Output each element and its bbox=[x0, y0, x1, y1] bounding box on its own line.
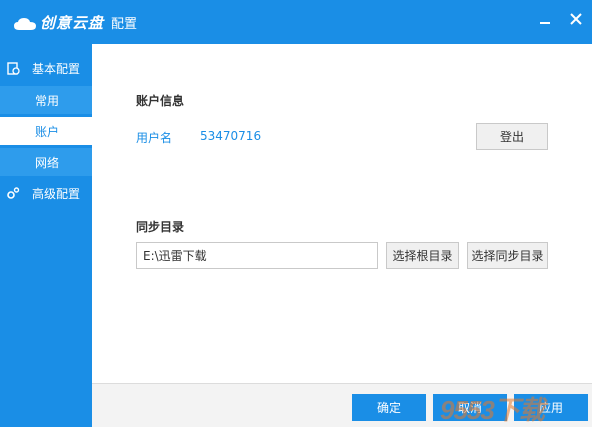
cancel-button[interactable]: 取消 bbox=[433, 394, 507, 421]
sidebar-item-label: 账户 bbox=[35, 124, 60, 139]
sidebar-item-label: 常用 bbox=[35, 93, 60, 108]
sidebar-group-basic[interactable]: 基本配置 bbox=[0, 50, 92, 86]
select-sync-button[interactable]: 选择同步目录 bbox=[467, 242, 548, 269]
minimize-button[interactable] bbox=[534, 8, 556, 30]
footer-bar: 确定 取消 应用 bbox=[92, 383, 592, 427]
gears-icon bbox=[6, 186, 20, 200]
close-icon bbox=[570, 10, 582, 29]
title-bar[interactable]: 创意云盘 配置 bbox=[0, 0, 592, 44]
app-logo-text: 创意云盘 bbox=[40, 14, 105, 32]
minimize-icon bbox=[539, 10, 551, 29]
config-window: 创意云盘 配置 基本配置 常用 账户 网络 高级配置 账户信息 用户名 5347… bbox=[0, 0, 592, 427]
sync-path-input[interactable] bbox=[136, 242, 378, 269]
sidebar-item-network[interactable]: 网络 bbox=[0, 148, 92, 176]
sidebar-item-label: 网络 bbox=[35, 155, 60, 170]
window-title: 配置 bbox=[111, 17, 138, 32]
account-section-title: 账户信息 bbox=[136, 94, 185, 108]
settings-doc-icon bbox=[6, 61, 20, 75]
select-root-button[interactable]: 选择根目录 bbox=[386, 242, 459, 269]
ok-button[interactable]: 确定 bbox=[352, 394, 426, 421]
sync-section-title: 同步目录 bbox=[136, 220, 185, 234]
app-logo: 创意云盘 bbox=[14, 12, 104, 33]
sidebar: 基本配置 常用 账户 网络 高级配置 bbox=[0, 44, 92, 427]
sidebar-group-label: 高级配置 bbox=[32, 186, 81, 201]
close-button[interactable] bbox=[565, 8, 587, 30]
apply-button[interactable]: 应用 bbox=[514, 394, 588, 421]
sidebar-item-common[interactable]: 常用 bbox=[0, 86, 92, 114]
sidebar-group-advanced[interactable]: 高级配置 bbox=[0, 175, 92, 211]
username-value: 53470716 bbox=[200, 129, 262, 143]
username-label: 用户名 bbox=[136, 131, 173, 145]
logout-button[interactable]: 登出 bbox=[476, 123, 548, 150]
sidebar-item-account[interactable]: 账户 bbox=[0, 117, 92, 145]
cloud-icon bbox=[14, 16, 36, 30]
sidebar-group-label: 基本配置 bbox=[32, 61, 81, 76]
